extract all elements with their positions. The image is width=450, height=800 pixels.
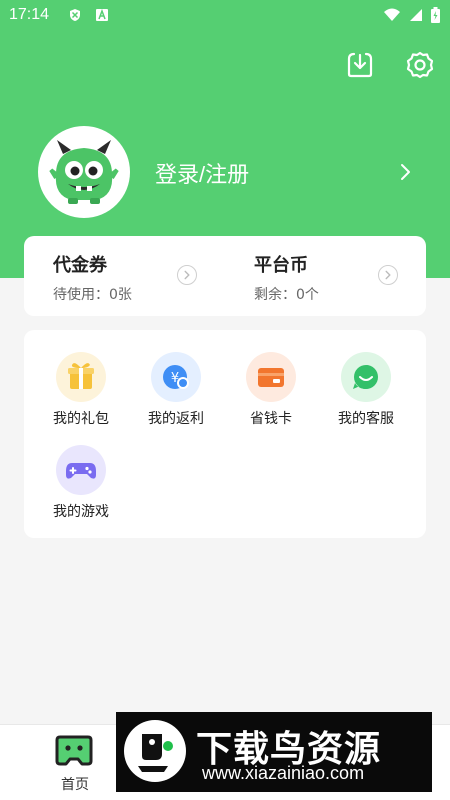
gift-icon xyxy=(56,352,106,402)
voucher-item[interactable]: 代金券 待使用：0张 xyxy=(53,236,233,316)
service-saving-card[interactable]: 省钱卡 xyxy=(224,330,318,427)
service-label: 我的游戏 xyxy=(53,504,109,520)
wallet-card: 代金券 待使用：0张 平台币 剩余：0个 xyxy=(24,236,426,316)
gamepad-icon xyxy=(56,445,106,495)
bird-logo-icon xyxy=(124,720,186,782)
service-my-rebate[interactable]: ¥ 我的返利 xyxy=(129,330,223,427)
service-my-gift[interactable]: 我的礼包 xyxy=(34,330,128,427)
services-card: 我的礼包 ¥ 我的返利 省钱卡 我的客服 我的游戏 xyxy=(24,330,426,538)
status-bar: 17:14 xyxy=(0,0,450,32)
chat-icon xyxy=(341,352,391,402)
home-game-icon xyxy=(55,735,93,766)
voucher-title: 代金券 xyxy=(53,255,107,276)
status-time: 17:14 xyxy=(9,6,50,23)
service-my-games[interactable]: 我的游戏 xyxy=(34,423,128,520)
card-icon xyxy=(246,352,296,402)
service-customer-service[interactable]: 我的客服 xyxy=(319,330,413,427)
nav-home-label: 首页 xyxy=(61,777,89,793)
avatar[interactable] xyxy=(38,126,130,218)
service-label: 省钱卡 xyxy=(250,411,292,427)
watermark-banner: 下载鸟资源 www.xiazainiao.com xyxy=(116,712,432,792)
chevron-circle-right-icon[interactable] xyxy=(378,265,398,285)
service-label: 我的返利 xyxy=(148,411,204,427)
monster-avatar-icon xyxy=(49,140,119,204)
service-label: 我的客服 xyxy=(338,411,394,427)
chevron-right-icon[interactable] xyxy=(398,160,414,184)
platform-coin-subtitle: 剩余：0个 xyxy=(254,287,319,303)
rebate-icon: ¥ xyxy=(151,352,201,402)
voucher-subtitle: 待使用：0张 xyxy=(53,287,132,303)
platform-coin-title: 平台币 xyxy=(254,255,308,276)
wifi-icon xyxy=(384,8,400,21)
download-icon[interactable] xyxy=(345,50,375,80)
platform-coin-item[interactable]: 平台币 剩余：0个 xyxy=(254,236,426,316)
signal-icon xyxy=(410,9,422,21)
shield-notification-icon xyxy=(70,9,80,21)
settings-icon[interactable] xyxy=(405,50,435,80)
watermark-url: www.xiazainiao.com xyxy=(202,763,365,783)
a-notification-icon xyxy=(96,8,108,21)
battery-icon xyxy=(431,7,440,23)
chevron-circle-right-icon[interactable] xyxy=(177,265,197,285)
login-register-link[interactable]: 登录/注册 xyxy=(155,157,249,189)
